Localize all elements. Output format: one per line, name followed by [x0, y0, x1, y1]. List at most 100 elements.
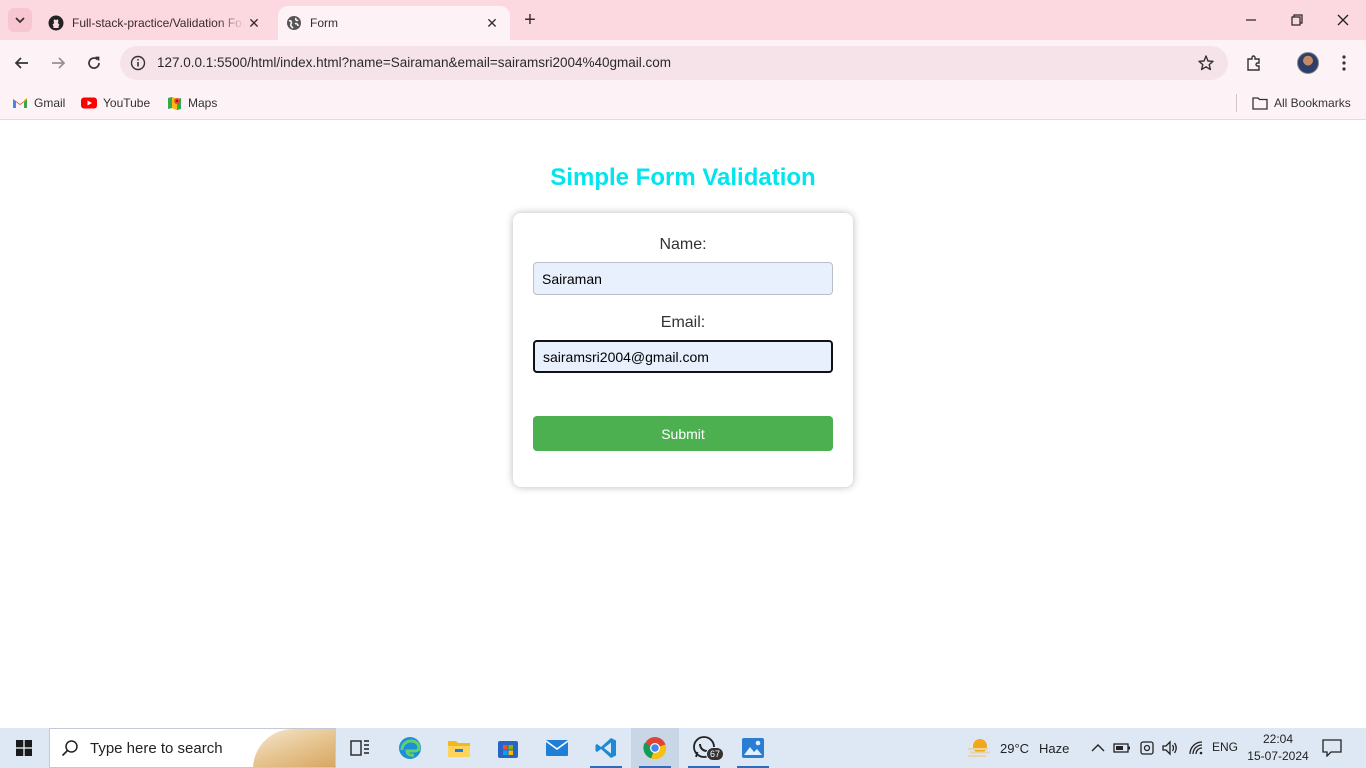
menu-button[interactable]: [1330, 49, 1358, 77]
tray-battery[interactable]: [1112, 738, 1132, 758]
battery-icon: [1113, 743, 1130, 753]
email-input[interactable]: [533, 340, 833, 373]
tab-github[interactable]: Full-stack-practice/Validation Form ✕: [40, 6, 272, 40]
weather-condition: Haze: [1039, 740, 1070, 756]
all-bookmarks-button[interactable]: All Bookmarks: [1252, 92, 1351, 114]
tab-title: Full-stack-practice/Validation Form: [72, 16, 244, 30]
search-highlight-image: [253, 729, 335, 767]
vscode-icon: [595, 738, 616, 758]
taskbar-edge[interactable]: [386, 728, 434, 768]
edge-icon: [399, 737, 421, 759]
close-window-button[interactable]: [1320, 0, 1366, 40]
close-icon: [1337, 14, 1349, 26]
notification-badge: 67: [706, 747, 724, 761]
language-indicator[interactable]: ENG: [1212, 740, 1238, 754]
clock[interactable]: 22:04 15-07-2024: [1246, 731, 1310, 765]
avatar: [1297, 52, 1319, 74]
profile-button[interactable]: [1294, 49, 1322, 77]
tab-search-button[interactable]: [8, 8, 32, 32]
taskbar-search[interactable]: Type here to search: [49, 728, 336, 768]
start-button[interactable]: [0, 728, 48, 768]
validation-form: Name: Email: Submit: [513, 213, 853, 487]
tab-strip: Full-stack-practice/Validation Form ✕ Fo…: [0, 0, 1366, 40]
minimize-button[interactable]: [1228, 0, 1274, 40]
clock-time: 22:04: [1262, 732, 1294, 746]
windows-taskbar: Type here to search 67 29°C Haze ENG 22:…: [0, 728, 1366, 768]
arrow-right-icon: [52, 57, 66, 69]
tray-network[interactable]: [1186, 738, 1206, 758]
task-view-button[interactable]: [336, 728, 384, 768]
haze-sun-icon: [968, 739, 990, 757]
close-icon[interactable]: ✕: [482, 13, 502, 33]
more-vert-icon: [1342, 55, 1346, 71]
all-bookmarks-label: All Bookmarks: [1274, 96, 1351, 110]
task-view-icon: [350, 740, 369, 756]
tab-title: Form: [310, 16, 338, 30]
chevron-down-icon: [15, 17, 25, 24]
windows-icon: [16, 740, 32, 756]
tray-meet[interactable]: [1137, 738, 1157, 758]
photos-icon: [742, 738, 764, 758]
taskbar-photos[interactable]: [729, 728, 777, 768]
submit-button[interactable]: Submit: [533, 416, 833, 451]
gmail-icon: [12, 95, 28, 111]
bookmark-youtube[interactable]: YouTube: [81, 92, 150, 114]
wifi-icon: [1189, 741, 1203, 755]
store-icon: [498, 741, 518, 758]
puzzle-icon: [1247, 55, 1260, 71]
taskbar-store[interactable]: [484, 728, 532, 768]
site-info-icon[interactable]: [128, 53, 148, 73]
extensions-button[interactable]: [1240, 49, 1268, 77]
taskbar-mail[interactable]: [533, 728, 581, 768]
taskbar-whatsapp[interactable]: 67: [680, 728, 728, 768]
tab-form[interactable]: Form ✕: [278, 6, 510, 40]
bookmark-star-icon[interactable]: [1196, 53, 1216, 73]
maps-icon: [166, 95, 182, 111]
chevron-up-icon: [1091, 744, 1105, 752]
chrome-icon: [643, 737, 667, 760]
restore-button[interactable]: [1274, 0, 1320, 40]
email-label: Email:: [660, 314, 706, 331]
new-tab-button[interactable]: +: [518, 8, 542, 32]
folder-icon: [1252, 95, 1268, 111]
divider: [1236, 94, 1237, 112]
search-icon: [50, 739, 90, 757]
bookmarks-bar: Gmail YouTube Maps All Bookmarks: [0, 86, 1366, 120]
youtube-icon: [81, 95, 97, 111]
weather-temp: 29°C: [1000, 740, 1030, 756]
github-icon: [48, 15, 64, 31]
minimize-icon: [1246, 19, 1256, 21]
taskbar-chrome[interactable]: [631, 728, 679, 768]
taskbar-file-explorer[interactable]: [435, 728, 483, 768]
globe-icon: [286, 15, 302, 31]
name-label: Name:: [659, 236, 707, 253]
speaker-icon: [1162, 740, 1177, 756]
notification-icon: [1322, 739, 1342, 757]
arrow-left-icon: [14, 57, 28, 69]
close-icon[interactable]: ✕: [244, 13, 264, 33]
bookmark-maps[interactable]: Maps: [166, 92, 217, 114]
tray-overflow-button[interactable]: [1088, 738, 1108, 758]
plus-icon: +: [524, 8, 536, 31]
search-placeholder: Type here to search: [90, 739, 223, 757]
url-text: 127.0.0.1:5500/html/index.html?name=Sair…: [157, 55, 672, 70]
back-button[interactable]: [8, 49, 36, 77]
restore-icon: [1291, 14, 1303, 26]
weather-widget[interactable]: 29°C Haze: [966, 728, 1069, 768]
camera-icon: [1140, 741, 1154, 755]
folder-icon: [448, 741, 470, 757]
forward-button[interactable]: [44, 49, 72, 77]
name-input[interactable]: [533, 262, 833, 295]
taskbar-vscode[interactable]: [582, 728, 630, 768]
reload-icon: [88, 56, 100, 69]
browser-toolbar: 127.0.0.1:5500/html/index.html?name=Sair…: [0, 40, 1366, 86]
clock-date: 15-07-2024: [1247, 749, 1309, 763]
page-title: Simple Form Validation: [550, 164, 816, 191]
address-bar[interactable]: 127.0.0.1:5500/html/index.html?name=Sair…: [120, 46, 1228, 80]
tray-volume[interactable]: [1160, 738, 1180, 758]
bookmark-gmail[interactable]: Gmail: [12, 92, 65, 114]
reload-button[interactable]: [80, 49, 108, 77]
bookmark-label: YouTube: [103, 96, 151, 110]
bookmark-label: Gmail: [34, 96, 66, 110]
notification-center-button[interactable]: [1320, 737, 1344, 759]
